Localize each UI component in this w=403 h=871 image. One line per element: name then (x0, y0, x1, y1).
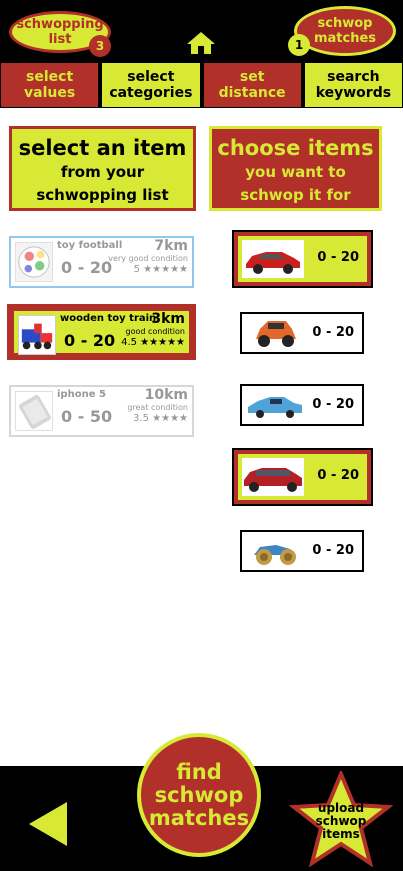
schwop-matches-label: schwop matches (313, 16, 377, 46)
item-card-iphone-5[interactable]: iphone 5 10km 0 - 50 great condition 3.5… (9, 385, 194, 437)
item-rating: 5 ★★★★★ (133, 264, 188, 275)
offer-item-red-limousine[interactable]: 0 - 20 (232, 448, 373, 506)
tab-select-values[interactable]: select values (0, 62, 100, 108)
item-distance: 10km (144, 387, 188, 403)
select-item-heading: select an item (18, 136, 187, 160)
choose-items-subheading: you want to schwop it for (240, 163, 351, 204)
football-image (15, 242, 53, 282)
item-distance: 3km (151, 311, 185, 327)
iphone-image (15, 391, 53, 431)
star-rating-icon: ★★★★ (152, 413, 188, 424)
offer-price: 0 - 20 (312, 325, 354, 340)
offer-price: 0 - 20 (312, 543, 354, 558)
find-schwop-matches-label: find schwop matches (148, 759, 250, 830)
blue-race-car-image (246, 535, 304, 567)
item-card-toy-football[interactable]: toy football 7km 0 - 20 very good condit… (9, 236, 194, 288)
item-distance: 7km (154, 238, 188, 254)
star-rating-icon: ★★★★★ (143, 264, 188, 275)
select-item-subheading: from your schwopping list (36, 163, 169, 204)
item-condition: great condition (127, 403, 188, 412)
back-arrow-icon[interactable] (29, 802, 67, 846)
offer-item-blue-car[interactable]: 0 - 20 (240, 384, 364, 426)
schwopping-list-count: 3 (89, 35, 111, 57)
item-title: iphone 5 (57, 389, 106, 400)
item-rating: 4.5 ★★★★★ (121, 337, 185, 348)
offer-item-red-car[interactable]: 0 - 20 (232, 230, 373, 288)
item-condition: very good condition (108, 254, 188, 263)
home-icon[interactable] (185, 30, 217, 56)
tab-search-keywords[interactable]: search keywords (303, 62, 403, 108)
offer-item-blue-race-car[interactable]: 0 - 20 (240, 530, 364, 572)
choose-items-header: choose items you want to schwop it for (209, 126, 382, 211)
item-rating: 3.5 ★★★★ (133, 413, 188, 424)
item-title: wooden toy train (60, 313, 157, 324)
item-title: toy football (57, 240, 123, 251)
item-price: 0 - 20 (64, 331, 116, 350)
red-sports-car-image (242, 240, 304, 278)
filter-tabs: select values select categories set dist… (0, 62, 403, 108)
toy-train-image (18, 315, 56, 355)
item-condition: good condition (125, 327, 185, 336)
offer-price: 0 - 20 (312, 397, 354, 412)
blue-classic-car-image (246, 389, 304, 421)
offer-price: 0 - 20 (317, 468, 359, 483)
item-price: 0 - 20 (61, 258, 113, 277)
item-price: 0 - 50 (61, 407, 113, 426)
schwop-matches-count: 1 (288, 34, 310, 56)
item-card-wooden-toy-train[interactable]: wooden toy train 3km 0 - 20 good conditi… (7, 304, 196, 360)
orange-toy-car-image (246, 317, 304, 349)
top-bar: schwopping list 3 schwop matches 1 (0, 0, 403, 62)
find-schwop-matches-button[interactable]: find schwop matches (137, 733, 261, 857)
offer-item-orange-car[interactable]: 0 - 20 (240, 312, 364, 354)
tab-set-distance[interactable]: set distance (202, 62, 302, 108)
select-item-header: select an item from your schwopping list (9, 126, 196, 211)
star-rating-icon: ★★★★★ (140, 337, 185, 348)
offer-price: 0 - 20 (317, 250, 359, 265)
tab-select-categories[interactable]: select categories (101, 62, 201, 108)
upload-schwop-items-label: upload schwop items (315, 801, 367, 841)
red-limousine-image (242, 458, 304, 496)
choose-items-heading: choose items (217, 136, 374, 160)
